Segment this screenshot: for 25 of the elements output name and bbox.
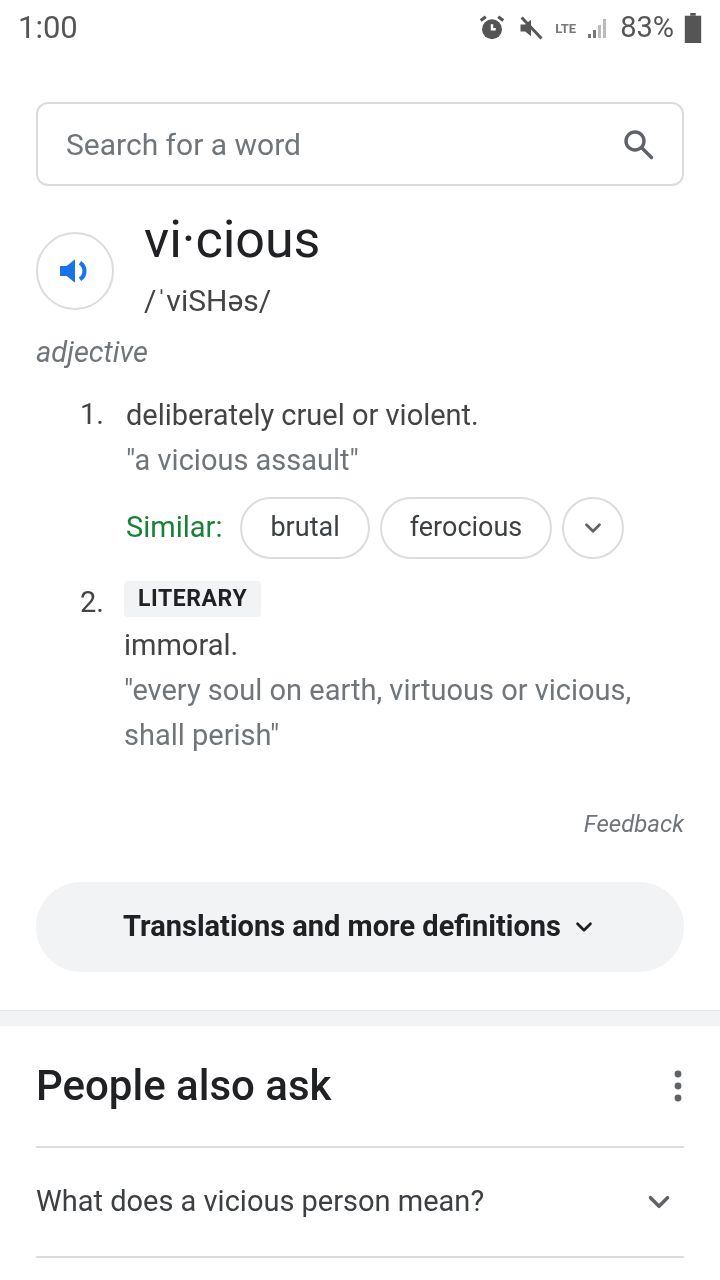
network-label: LTE (555, 21, 577, 35)
definition: immoral. (123, 626, 240, 664)
feedback-link[interactable]: Feedback (583, 805, 684, 842)
headword: vi·cious (144, 212, 321, 268)
more-definitions-button[interactable]: Translations and more definitions (36, 881, 684, 972)
more-options-icon[interactable] (672, 1069, 684, 1102)
search-field[interactable]: Search for a word (36, 102, 684, 186)
question-text: What does a vicious person mean? (36, 1182, 485, 1220)
battery-icon (684, 13, 702, 43)
sense-number: 2. (80, 583, 104, 621)
register-label: LITERARY (123, 580, 262, 617)
similar-label: Similar: (126, 509, 223, 546)
definition: deliberately cruel or violent. (126, 396, 480, 434)
part-of-speech: adjective (36, 334, 149, 371)
battery-percent: 83% (620, 9, 674, 47)
example: "a vicious assault" (126, 441, 360, 479)
example: "every soul on earth, virtuous or vicious, shall perish" (123, 671, 633, 754)
section-title: People also ask (36, 1060, 332, 1112)
status-time: 1:00 (18, 7, 78, 48)
synonym-chip[interactable]: ferocious (379, 496, 553, 559)
question-row[interactable]: What does a vicious person mean? (36, 1147, 684, 1258)
pronunciation-button[interactable] (36, 232, 114, 310)
synonym-chip[interactable]: brutal (240, 496, 370, 559)
phonetic: /ˈviSHəs/ (144, 282, 273, 320)
sense-number: 1. (80, 395, 105, 433)
